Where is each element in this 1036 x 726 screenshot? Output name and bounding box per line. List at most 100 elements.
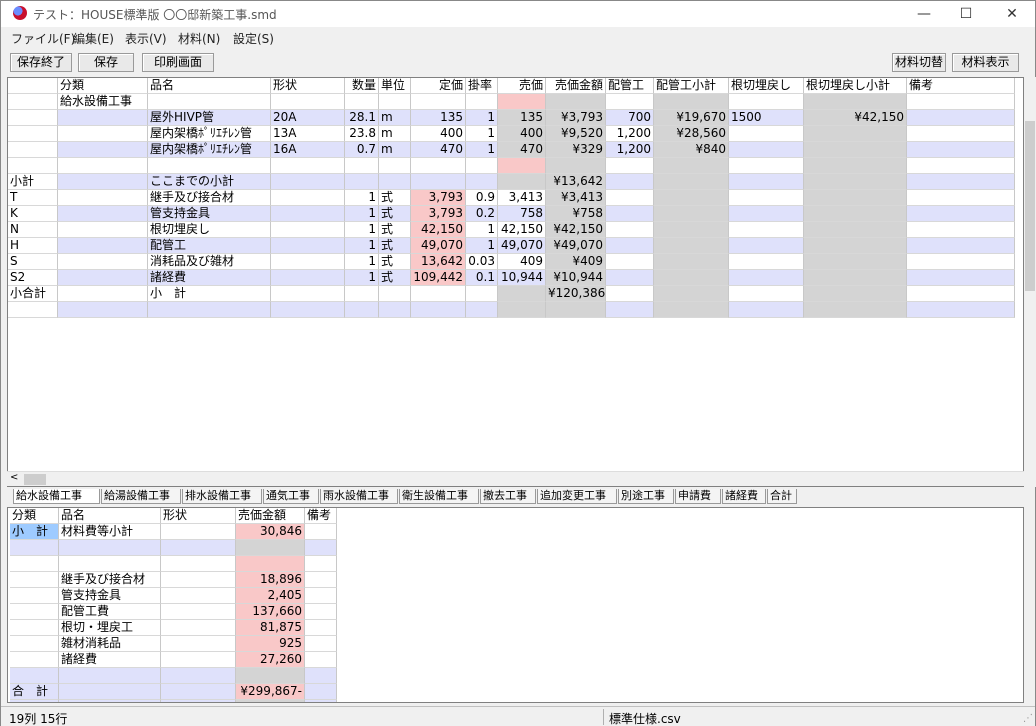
scroll-thumb[interactable] xyxy=(24,474,46,485)
grid-cell[interactable]: 1,200 xyxy=(606,142,654,158)
grid-cell[interactable]: 式 xyxy=(379,190,411,206)
menu-view[interactable]: 表示(V) xyxy=(125,30,167,47)
grid-cell[interactable] xyxy=(654,190,729,206)
menu-settings[interactable]: 設定(S) xyxy=(233,30,274,47)
grid-cell[interactable] xyxy=(58,222,148,238)
summary-cell[interactable] xyxy=(161,700,236,702)
menu-edit[interactable]: 編集(E) xyxy=(73,30,114,47)
grid-cell[interactable]: ¥13,642 xyxy=(546,174,606,190)
row-header[interactable]: S xyxy=(8,254,58,270)
grid-cell[interactable] xyxy=(907,270,1015,286)
column-header[interactable]: 単位 xyxy=(379,78,411,94)
menu-file[interactable]: ファイル(F) xyxy=(11,30,75,47)
menu-material[interactable]: 材料(N) xyxy=(178,30,220,47)
grid-cell[interactable]: 16A xyxy=(271,142,345,158)
grid-cell[interactable]: 0.9 xyxy=(466,190,498,206)
grid-cell[interactable] xyxy=(804,206,907,222)
grid-cell[interactable] xyxy=(379,158,411,174)
grid-cell[interactable] xyxy=(804,238,907,254)
grid-cell[interactable]: 20A xyxy=(271,110,345,126)
grid-cell[interactable]: 式 xyxy=(379,254,411,270)
summary-row-header[interactable] xyxy=(10,620,59,636)
tab-11[interactable]: 諸経費 xyxy=(722,489,766,504)
grid-cell[interactable]: 135 xyxy=(411,110,466,126)
summary-cell[interactable]: 2,405 xyxy=(236,588,305,604)
summary-row-header[interactable]: 合 計 xyxy=(10,684,59,700)
grid-cell[interactable] xyxy=(654,254,729,270)
grid-cell[interactable]: ¥758 xyxy=(546,206,606,222)
summary-column-header[interactable]: 形状 xyxy=(161,508,236,524)
grid-cell[interactable] xyxy=(498,302,546,318)
column-header[interactable]: 配管工小計 xyxy=(654,78,729,94)
grid-cell[interactable] xyxy=(58,158,148,174)
grid-cell[interactable] xyxy=(654,222,729,238)
grid-cell[interactable]: 470 xyxy=(498,142,546,158)
summary-cell[interactable] xyxy=(305,636,337,652)
row-header[interactable] xyxy=(8,126,58,142)
grid-cell[interactable] xyxy=(804,94,907,110)
grid-cell[interactable] xyxy=(271,94,345,110)
grid-cell[interactable] xyxy=(379,302,411,318)
grid-cell[interactable]: 根切埋戻し xyxy=(148,222,271,238)
grid-cell[interactable] xyxy=(606,270,654,286)
summary-cell[interactable]: 18,896 xyxy=(236,572,305,588)
summary-cell[interactable] xyxy=(161,620,236,636)
grid-cell[interactable]: 42,150 xyxy=(498,222,546,238)
summary-cell[interactable] xyxy=(305,540,337,556)
grid-cell[interactable] xyxy=(411,286,466,302)
grid-cell[interactable] xyxy=(907,286,1015,302)
grid-cell[interactable] xyxy=(379,286,411,302)
row-header[interactable]: S2 xyxy=(8,270,58,286)
grid-cell[interactable]: 1 xyxy=(345,222,379,238)
grid-cell[interactable]: m xyxy=(379,126,411,142)
grid-cell[interactable] xyxy=(466,302,498,318)
grid-cell[interactable]: 0.03 xyxy=(466,254,498,270)
material-switch-button[interactable]: 材料切替 xyxy=(892,53,946,72)
summary-cell[interactable] xyxy=(161,572,236,588)
grid-cell[interactable]: 屋外HIVP管 xyxy=(148,110,271,126)
grid-cell[interactable] xyxy=(345,158,379,174)
summary-cell[interactable]: 管支持金具 xyxy=(59,588,161,604)
grid-cell[interactable] xyxy=(606,158,654,174)
summary-cell[interactable] xyxy=(161,556,236,572)
grid-cell[interactable]: 1 xyxy=(345,190,379,206)
summary-cell[interactable] xyxy=(305,668,337,684)
tab-12[interactable]: 合計 xyxy=(767,489,797,504)
summary-cell[interactable] xyxy=(161,588,236,604)
summary-cell[interactable] xyxy=(305,684,337,700)
grid-cell[interactable]: 諸経費 xyxy=(148,270,271,286)
grid-cell[interactable]: ここまでの小計 xyxy=(148,174,271,190)
grid-cell[interactable]: m xyxy=(379,110,411,126)
row-header[interactable] xyxy=(8,142,58,158)
summary-cell[interactable] xyxy=(305,556,337,572)
grid-cell[interactable] xyxy=(271,286,345,302)
summary-cell[interactable] xyxy=(305,652,337,668)
grid-cell[interactable] xyxy=(606,94,654,110)
grid-cell[interactable] xyxy=(804,222,907,238)
print-screen-button[interactable]: 印刷画面 xyxy=(142,53,214,72)
grid-cell[interactable] xyxy=(345,302,379,318)
grid-cell[interactable] xyxy=(498,158,546,174)
grid-cell[interactable] xyxy=(907,158,1015,174)
summary-row-header[interactable]: 小 計 xyxy=(10,524,59,540)
material-display-button[interactable]: 材料表示 xyxy=(952,53,1019,72)
grid-cell[interactable]: 1 xyxy=(466,126,498,142)
tab-9[interactable]: 別途工事 xyxy=(618,489,674,504)
grid-cell[interactable] xyxy=(58,126,148,142)
grid-cell[interactable] xyxy=(271,158,345,174)
grid-cell[interactable] xyxy=(58,270,148,286)
grid-cell[interactable] xyxy=(411,302,466,318)
grid-cell[interactable] xyxy=(804,190,907,206)
grid-cell[interactable] xyxy=(606,174,654,190)
grid-cell[interactable]: 継手及び接合材 xyxy=(148,190,271,206)
grid-cell[interactable]: ¥3,793 xyxy=(546,110,606,126)
grid-cell[interactable]: 1 xyxy=(345,270,379,286)
grid-cell[interactable] xyxy=(466,174,498,190)
close-button[interactable]: ✕ xyxy=(989,1,1035,27)
grid-cell[interactable] xyxy=(907,94,1015,110)
grid-cell[interactable]: 1 xyxy=(345,206,379,222)
grid-cell[interactable] xyxy=(654,270,729,286)
grid-cell[interactable] xyxy=(729,238,804,254)
grid-cell[interactable] xyxy=(271,238,345,254)
column-header[interactable]: 根切埋戻し小計 xyxy=(804,78,907,94)
